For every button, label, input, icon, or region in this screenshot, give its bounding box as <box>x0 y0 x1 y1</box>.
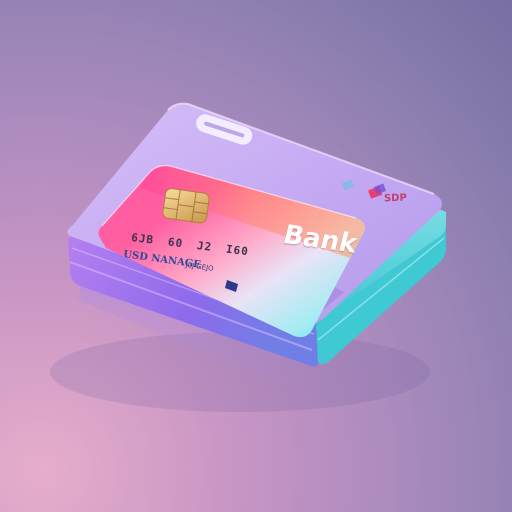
wallet-scene: Bank 6JB 60 J2 I60 USD NANAGE J0J GEJO SDP <box>0 0 512 512</box>
card-number-group: I60 <box>225 242 250 259</box>
card-number-group: 60 <box>167 235 184 251</box>
card-number-group: J2 <box>196 239 213 254</box>
emv-chip-icon <box>162 188 210 224</box>
card-number-group: 6JB <box>130 231 155 247</box>
issuer-logo-text: SDP <box>383 192 408 205</box>
